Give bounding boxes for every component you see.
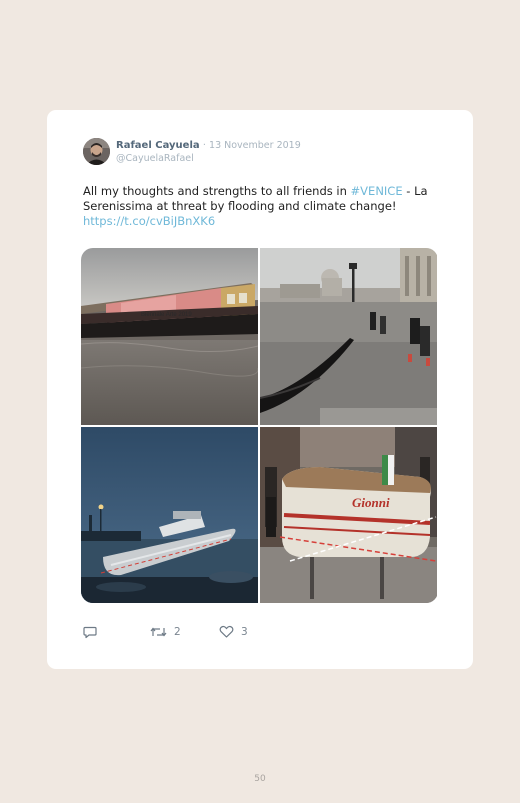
boat-name-text: Gionni xyxy=(352,495,390,510)
meta-separator: · xyxy=(202,140,206,151)
photo-grid: Biennale Arte 2019 Gionni xyxy=(81,248,438,603)
hashtag-link[interactable]: #VENICE xyxy=(351,184,403,198)
heart-icon[interactable] xyxy=(219,625,234,639)
reply-icon[interactable] xyxy=(83,625,97,639)
retweet-action[interactable]: 2 xyxy=(150,625,181,639)
page-number: 50 xyxy=(254,774,266,784)
author-avatar[interactable] xyxy=(83,138,110,165)
tweet-text-start: All my thoughts and strengths to all fri… xyxy=(83,184,351,198)
like-action[interactable]: 3 xyxy=(219,625,248,639)
author-handle[interactable]: @CayuelaRafael xyxy=(116,153,194,165)
boat-sign-text: Biennale Arte 2019 xyxy=(141,312,192,318)
flooded-piazza-gondola-photo[interactable] xyxy=(260,248,437,425)
tweet-text: All my thoughts and strengths to all fri… xyxy=(83,184,443,229)
tweet-date[interactable]: 13 November 2019 xyxy=(209,140,301,151)
tweet-url-link[interactable]: https://t.co/cvBiJBnXK6 xyxy=(83,214,215,228)
author-name[interactable]: Rafael Cayuela xyxy=(116,140,200,151)
flooded-boat-biennale-photo[interactable]: Biennale Arte 2019 xyxy=(81,248,258,425)
author-line: Rafael Cayuela · 13 November 2019 xyxy=(116,139,301,152)
retweet-count: 2 xyxy=(174,626,181,638)
tweet-card: Rafael Cayuela · 13 November 2019 @Cayue… xyxy=(47,110,473,669)
stranded-boat-gionni-photo[interactable]: Gionni xyxy=(260,427,437,603)
stranded-boat-night-photo[interactable] xyxy=(81,427,258,603)
like-count: 3 xyxy=(241,626,248,638)
retweet-icon[interactable] xyxy=(150,625,167,639)
reply-action[interactable] xyxy=(83,625,97,639)
